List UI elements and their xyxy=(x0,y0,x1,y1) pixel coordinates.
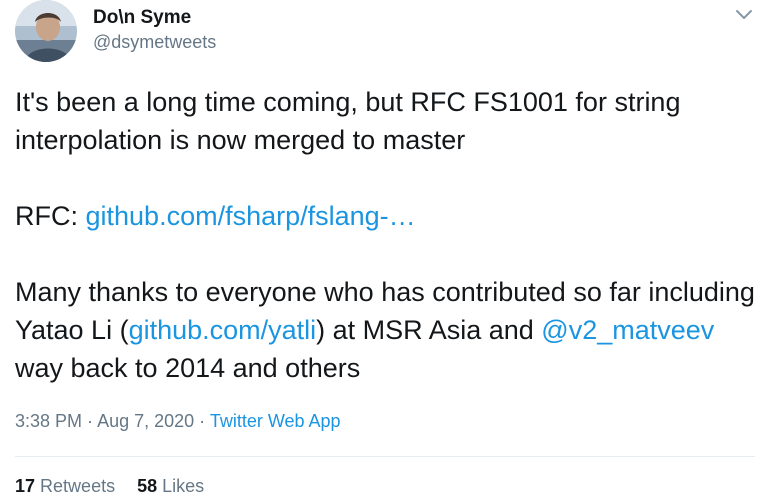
tweet-menu-button[interactable] xyxy=(735,8,753,22)
tweet-card: Do\n Syme @dsymetweets It's been a long … xyxy=(0,0,770,500)
divider xyxy=(15,456,755,457)
rfc-prefix: RFC: xyxy=(15,201,86,231)
tweet-text: It's been a long time coming, but RFC FS… xyxy=(15,83,755,387)
author-display-name[interactable]: Do\n Syme xyxy=(93,7,191,29)
likes-count: 58 xyxy=(137,476,158,496)
yatli-link[interactable]: github.com/yatli xyxy=(129,315,317,345)
retweets-stat[interactable]: 17 Retweets xyxy=(15,476,115,496)
rfc-link[interactable]: github.com/fsharp/fslang-… xyxy=(86,201,416,231)
tweet-source-link[interactable]: Twitter Web App xyxy=(210,411,341,431)
tweet-date[interactable]: Aug 7, 2020 xyxy=(97,411,194,431)
meta-separator: · xyxy=(194,411,210,431)
after-mention-text: way back to 2014 and others xyxy=(15,353,361,383)
tweet-meta: 3:38 PM · Aug 7, 2020 · Twitter Web App xyxy=(15,411,341,432)
mention-link[interactable]: @v2_matveev xyxy=(541,315,714,345)
retweets-label: Retweets xyxy=(40,476,116,496)
tweet-line-announcement: It's been a long time coming, but RFC FS… xyxy=(15,87,681,155)
author-handle[interactable]: @dsymetweets xyxy=(93,32,216,53)
likes-label: Likes xyxy=(162,476,205,496)
chevron-down-icon xyxy=(736,10,752,19)
tweet-time[interactable]: 3:38 PM xyxy=(15,411,82,431)
after-yatli-text: ) at MSR Asia and xyxy=(316,315,542,345)
tweet-line-thanks: Many thanks to everyone who has contribu… xyxy=(15,273,755,387)
tweet-stats: 17 Retweets 58 Likes xyxy=(15,476,226,497)
retweets-count: 17 xyxy=(15,476,36,496)
likes-stat[interactable]: 58 Likes xyxy=(137,476,204,496)
tweet-line-rfc: RFC: github.com/fsharp/fslang-… xyxy=(15,197,755,235)
profile-photo-icon xyxy=(15,0,77,62)
avatar[interactable] xyxy=(15,0,77,62)
meta-separator: · xyxy=(82,411,98,431)
